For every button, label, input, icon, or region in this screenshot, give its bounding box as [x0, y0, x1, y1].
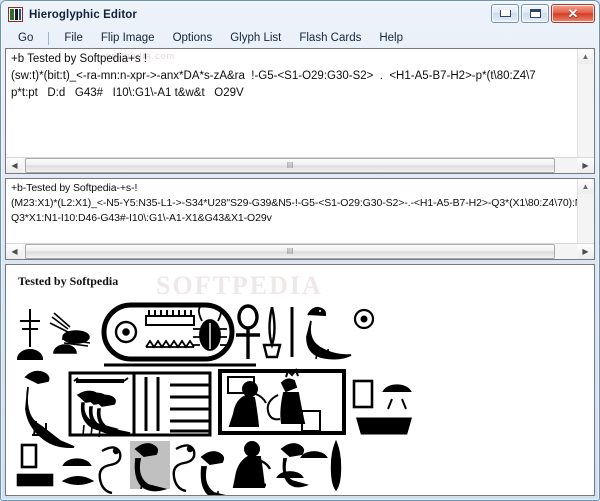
hieroglyph-drawing — [16, 302, 412, 495]
vertical-scrollbar[interactable]: ▲ — [577, 49, 594, 157]
glyph-zA-bird — [306, 306, 352, 360]
maximize-icon — [529, 9, 541, 18]
window-controls: ✕ — [491, 4, 595, 23]
maximize-button[interactable] — [521, 4, 549, 23]
close-icon: ✕ — [567, 6, 579, 21]
glyph-S2-bars — [144, 377, 210, 433]
glyph-A1-seated-man — [232, 441, 272, 488]
scroll-left-arrow[interactable]: ◀ — [6, 158, 23, 173]
glyph-G43-quail-chick — [280, 443, 310, 488]
glyph-canvas[interactable] — [6, 299, 594, 495]
manuel-line-2: (M23:X1)*(L2:X1)_<-N5-Y5:N35-L1->-S34*U2… — [11, 197, 589, 209]
manuel-horizontal-scrollbar[interactable]: ◀ ‖‖ ▶ — [6, 243, 594, 259]
application-window: Hieroglyphic Editor ✕ Go File Flip Image… — [0, 0, 600, 501]
minimize-icon — [499, 10, 511, 17]
glyph-I10-cobra — [98, 446, 122, 495]
glyph-DA-firedrill — [262, 306, 282, 359]
close-button[interactable]: ✕ — [551, 4, 595, 23]
transliteration-line-3: p*t:pt D:d G43# I10\:G1\-A1 t&w&t O29V — [11, 87, 244, 99]
vertical-scrollbar[interactable]: ▲ — [577, 179, 594, 243]
glyph-X1-bread — [61, 458, 95, 485]
glyph-G5-falcon — [24, 370, 75, 448]
transliteration-line-2: (sw:t)*(bit:t)_<-ra-mn:n-xpr->-anx*DA*s-… — [11, 70, 536, 82]
glyph-A5-hiding-man — [227, 376, 267, 427]
client-area: softpedia.com +b Tested by Softpedia+s !… — [5, 48, 595, 496]
transliteration-line-1: +b Tested by Softpedia+s ! — [11, 53, 147, 65]
scroll-thumb[interactable]: ‖‖ — [25, 244, 555, 259]
menu-item-glyph-list[interactable]: Glyph List — [221, 31, 290, 45]
minimize-button[interactable] — [491, 4, 519, 23]
glyph-Q3-stool — [16, 443, 54, 487]
scroll-up-arrow[interactable]: ▲ — [578, 49, 593, 64]
menu-item-go[interactable]: Go — [9, 31, 42, 45]
menu-item-options[interactable]: Options — [164, 31, 222, 45]
glyph-I10-cobra-2 — [172, 444, 196, 493]
hieroglyph-render-panel[interactable]: Tested by Softpedia SOFTPEDIA — [5, 264, 595, 496]
glyph-bit-bee — [49, 312, 91, 354]
menu-item-file[interactable]: File — [55, 31, 92, 45]
scroll-track[interactable]: ‖‖ — [23, 244, 577, 259]
glyph-anx-ankh — [236, 304, 260, 359]
scroll-track[interactable]: ‖‖ — [23, 158, 577, 173]
glyph-O29-column — [73, 377, 129, 383]
glyph-pt-sky — [356, 417, 412, 435]
glyph-ra-disc — [353, 308, 375, 330]
title-bar: Hieroglyphic Editor ✕ — [1, 1, 599, 28]
glyph-G30-three-herons — [76, 390, 131, 438]
transliteration-text-area[interactable]: +b Tested by Softpedia+s ! (sw:t)*(bit:t… — [6, 49, 594, 157]
app-icon — [8, 7, 23, 22]
glyph-B7-seated-queen — [266, 367, 321, 432]
glyph-sw-sedge — [16, 309, 44, 360]
glyph-t-loaf-3 — [300, 451, 328, 458]
menu-separator — [48, 31, 50, 45]
menu-item-flip-image[interactable]: Flip Image — [92, 31, 164, 45]
scroll-up-arrow[interactable]: ▲ — [578, 179, 593, 194]
manuel-de-codage-panel[interactable]: +b-Tested by Softpedia-+s-! (M23:X1)*(L2… — [5, 178, 595, 260]
glyph-mn-senet-board — [145, 310, 195, 326]
manuel-line-1: +b-Tested by Softpedia-+s-! — [11, 182, 138, 194]
glyph-n-water — [145, 339, 195, 349]
menu-bar: Go File Flip Image Options Glyph List Fl… — [1, 28, 599, 48]
transliteration-editor-panel[interactable]: softpedia.com +b Tested by Softpedia+s !… — [5, 48, 595, 174]
manuel-text-area[interactable]: +b-Tested by Softpedia-+s-! (M23:X1)*(L2… — [6, 179, 594, 243]
manuel-line-3: Q3*X1:N1-I10:D46-G43#-I10\:G1\-A1-X1&G43… — [11, 212, 272, 224]
scroll-right-arrow[interactable]: ▶ — [577, 244, 594, 259]
scroll-left-arrow[interactable]: ◀ — [6, 244, 23, 259]
window-title: Hieroglyphic Editor — [29, 8, 137, 21]
glyph-t-bread-loaf — [382, 384, 412, 410]
scroll-thumb[interactable]: ‖‖ — [25, 158, 555, 173]
scroll-right-arrow[interactable]: ▶ — [577, 158, 594, 173]
glyph-G1-vulture — [200, 451, 226, 495]
scroll-grip: ‖‖ — [286, 160, 294, 170]
glyph-H1-duck-head — [352, 379, 374, 409]
menu-item-flash-cards[interactable]: Flash Cards — [290, 31, 370, 45]
scroll-grip: ‖‖ — [286, 246, 294, 256]
transliteration-horizontal-scrollbar[interactable]: ◀ ‖‖ ▶ — [6, 157, 594, 173]
render-heading: Tested by Softpedia — [18, 274, 119, 288]
glyph-ra-sun-disc — [114, 320, 138, 344]
glyph-t-loaf-2 — [276, 471, 304, 478]
glyph-O29V-pole — [330, 439, 342, 492]
menu-item-help[interactable]: Help — [370, 31, 412, 45]
